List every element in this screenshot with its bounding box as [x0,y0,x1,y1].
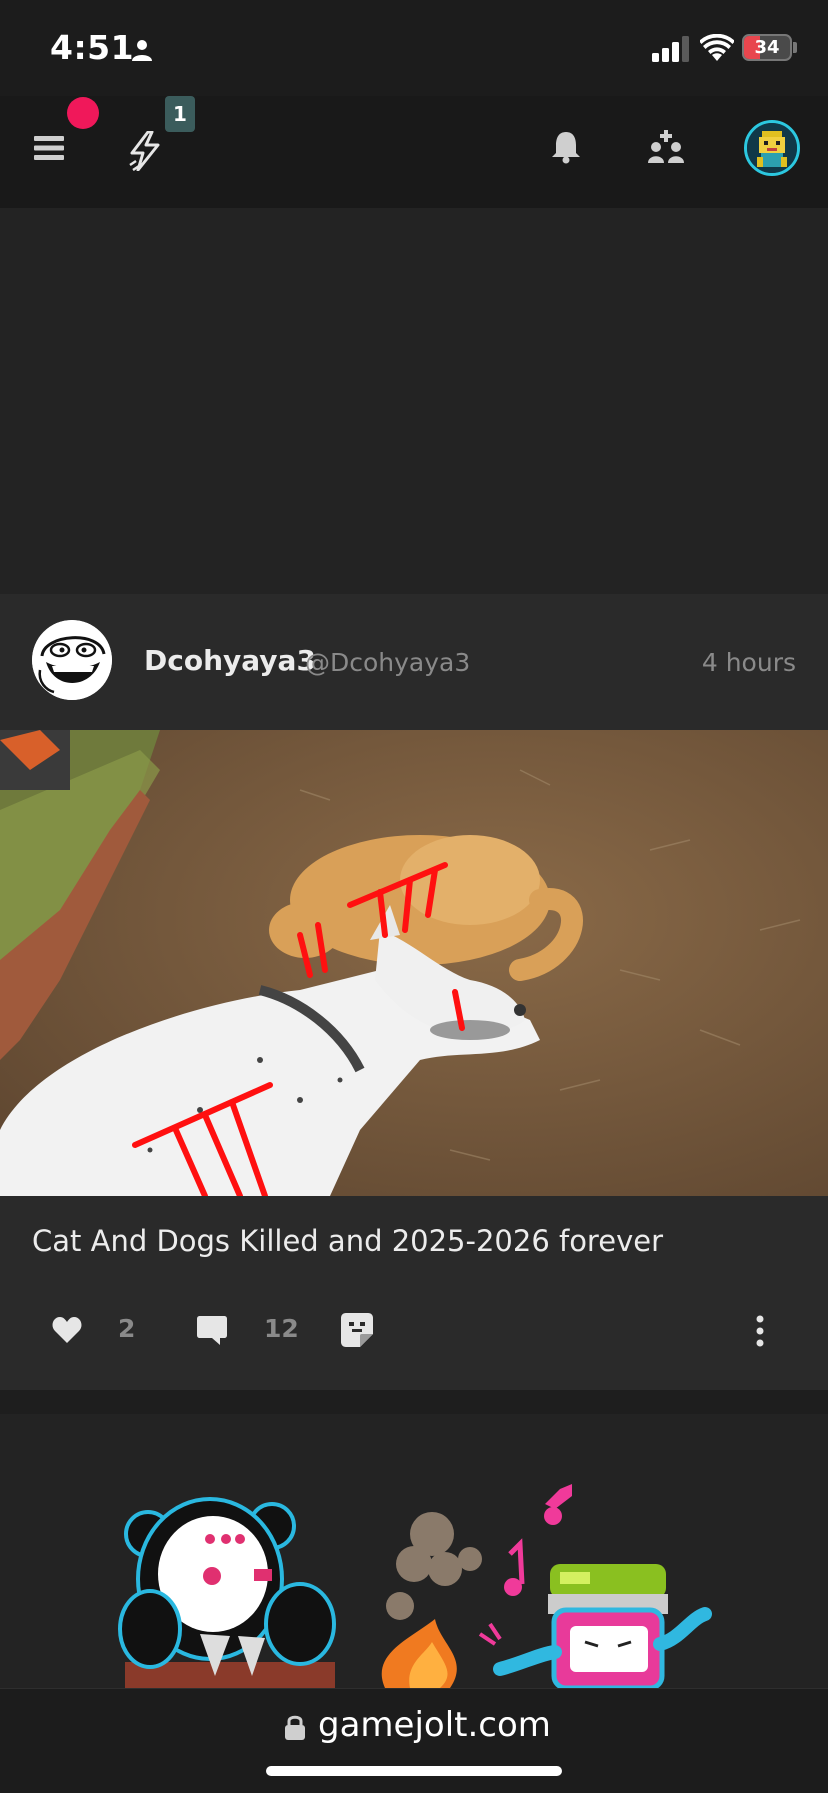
battery-indicator: 34 [742,34,792,61]
signal-icon [652,36,689,62]
home-indicator[interactable] [266,1766,562,1776]
mascot-illustration [118,1484,712,1688]
user-avatar[interactable] [744,120,800,176]
sticker-icon[interactable] [340,1312,374,1348]
hamburger-menu-icon[interactable] [34,133,64,163]
like-icon[interactable] [52,1316,82,1344]
pixel-avatar-icon [747,123,797,173]
comment-count: 12 [264,1314,299,1343]
top-navigation-bar [0,96,828,208]
url-text[interactable]: gamejolt.com [318,1705,551,1745]
friends-icon[interactable] [648,130,684,166]
quest-count-badge: 1 [165,96,195,132]
trollface-avatar-icon [32,620,112,700]
bell-icon[interactable] [550,130,582,164]
promo-banner[interactable] [0,1414,828,1688]
feed-divider [0,1390,828,1414]
battery-level: 34 [754,37,780,58]
bolt-icon[interactable] [128,131,162,171]
post-image[interactable] [0,730,828,1196]
person-icon [132,40,152,61]
post-author-name[interactable]: Dcohyaya3 [144,644,316,677]
post-timestamp: 4 hours [701,648,796,677]
notification-dot [67,97,99,129]
post-photo-cat-dog [0,730,828,1196]
post-text: Cat And Dogs Killed and 2025-2026 foreve… [32,1224,663,1258]
status-time: 4:51 [50,28,135,67]
like-count: 2 [118,1314,136,1343]
wifi-icon [700,34,734,61]
more-options-icon[interactable] [752,1314,768,1348]
comment-icon[interactable] [196,1314,228,1346]
battery-tip [793,42,797,53]
post-author-avatar[interactable] [32,620,112,700]
post-author-handle[interactable]: @Dcohyaya3 [305,648,470,677]
ad-placeholder [0,208,828,594]
lock-icon [285,1715,305,1740]
